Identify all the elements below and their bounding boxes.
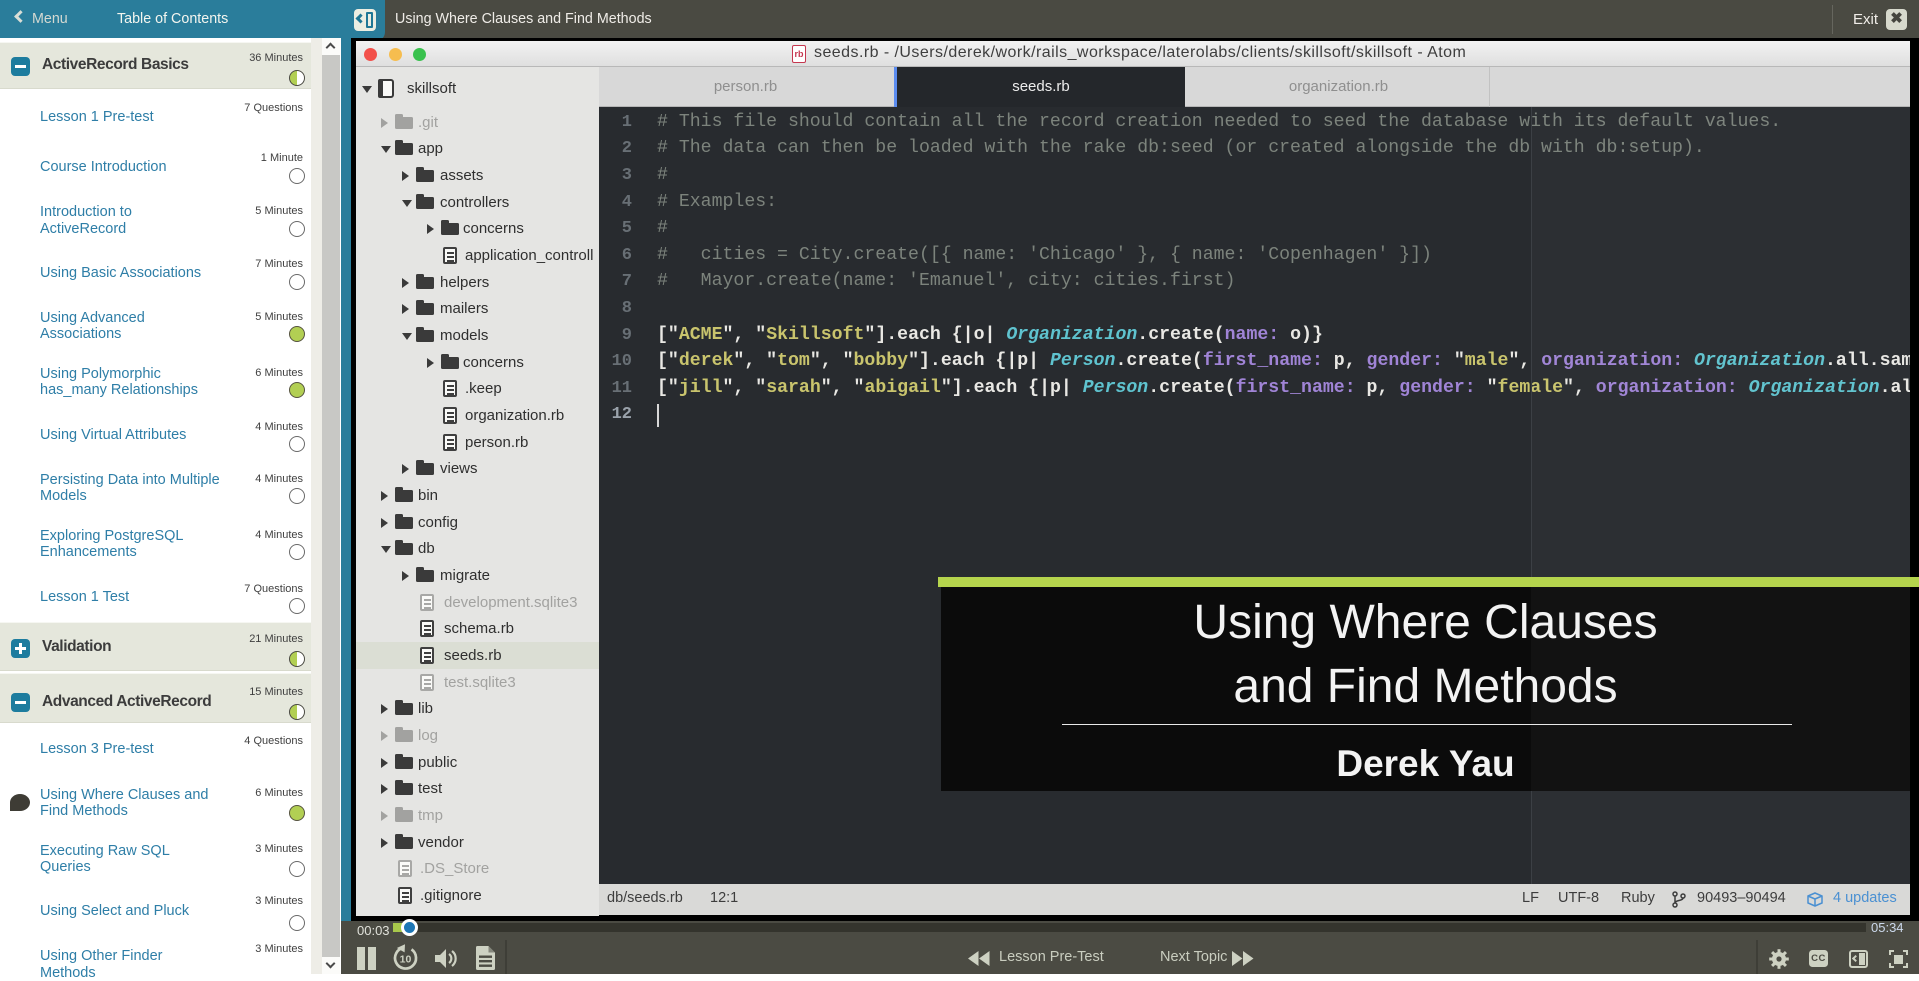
svg-text:10: 10 [400,954,412,966]
